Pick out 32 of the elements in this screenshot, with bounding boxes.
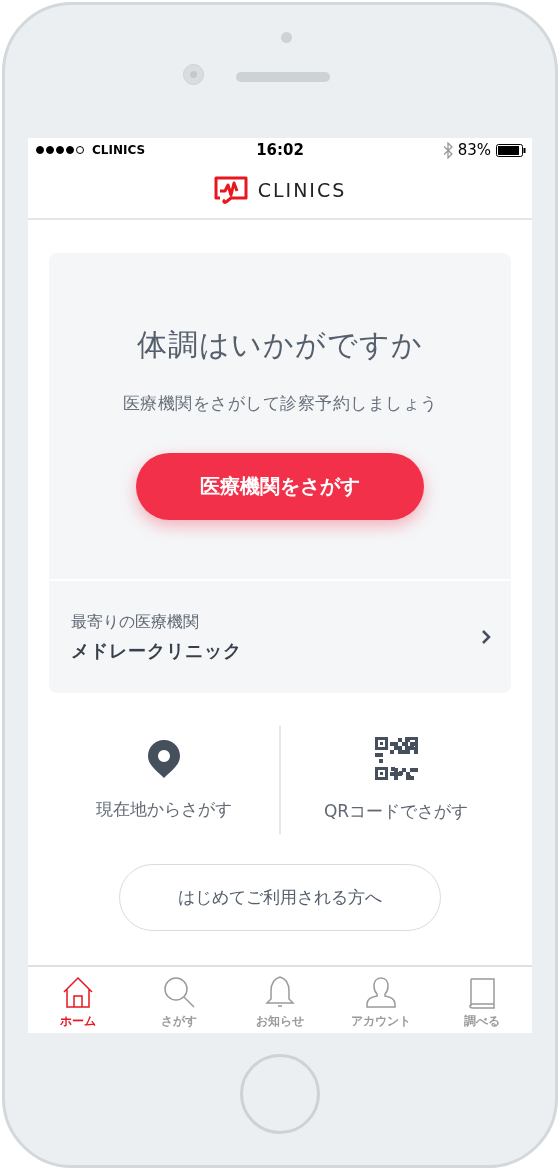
home-button[interactable] [240, 1054, 320, 1134]
status-time: 16:02 [256, 141, 304, 159]
tab-item[interactable]: さがす [128, 967, 230, 1033]
search-icon [162, 975, 197, 1010]
tab-item[interactable]: アカウント [330, 967, 432, 1033]
person-icon [363, 975, 398, 1010]
hero-subtitle: 医療機関をさがして診察予約しましょう [122, 392, 438, 415]
camera-icon [281, 32, 292, 43]
qr-code-icon [374, 737, 418, 780]
carrier-name: CLINICS [92, 143, 146, 157]
chevron-right-icon [481, 629, 491, 645]
first-time-button[interactable]: はじめてご利用される方へ [119, 864, 441, 931]
search-option[interactable]: QRコードでさがす [281, 726, 511, 834]
tab-item[interactable]: ホーム [28, 967, 129, 1033]
signal-icon [36, 146, 84, 154]
search-option[interactable]: 現在地からさがす [49, 726, 279, 834]
clinic-name: メドレークリニック [71, 638, 243, 663]
bell-icon [263, 975, 297, 1010]
search-clinics-button[interactable]: 医療機関をさがす [136, 453, 424, 520]
battery-percent: 83% [457, 141, 491, 159]
nearest-clinic-row[interactable]: 最寄りの医療機関 メドレークリニック [49, 581, 511, 693]
nearest-label: 最寄りの医療機関 [71, 611, 200, 633]
logo-icon [213, 176, 248, 204]
location-pin-icon [148, 739, 180, 778]
hero-title: 体調はいかがですか [137, 326, 423, 364]
tab-item[interactable]: 調べる [431, 967, 532, 1033]
battery-icon [496, 143, 526, 157]
speaker-icon [236, 72, 330, 82]
camera-lens-icon [183, 64, 204, 85]
bluetooth-icon [442, 141, 453, 159]
logo-text: CLINICS [257, 179, 347, 201]
tab-item[interactable]: お知らせ [229, 967, 331, 1033]
